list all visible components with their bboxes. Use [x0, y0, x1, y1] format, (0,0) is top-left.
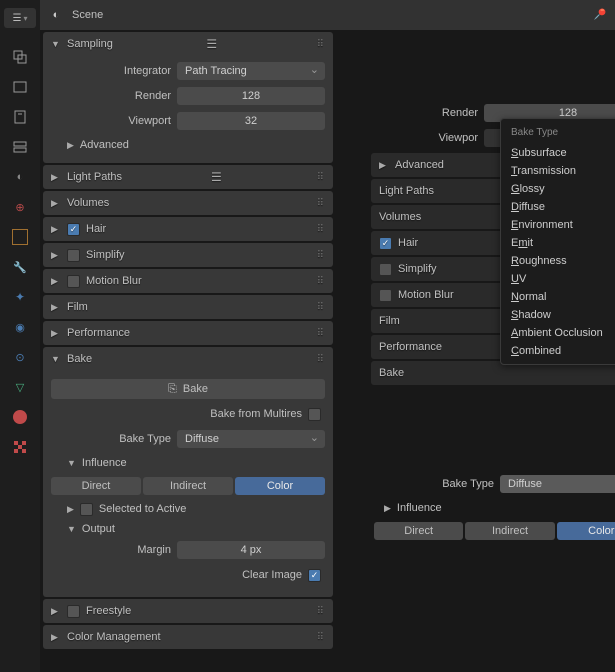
light-paths-header[interactable]: ▶Light Paths ☰ ⠿	[43, 165, 333, 189]
performance-header[interactable]: ▶Performance ⠿	[43, 321, 333, 345]
drag-icon[interactable]: ⠿	[317, 198, 325, 209]
chevron-down-icon: ▼	[51, 39, 61, 49]
drag-icon[interactable]: ⠿	[317, 606, 325, 617]
object-tab-icon[interactable]	[11, 228, 29, 246]
menu-item-subsurface[interactable]: Subsurface	[501, 144, 615, 162]
tool-tab-icon[interactable]	[11, 48, 29, 66]
volumes-header[interactable]: ▶Volumes ⠿	[43, 191, 333, 215]
integrator-select[interactable]: Path Tracing	[177, 62, 325, 80]
motion-blur-checkbox[interactable]	[67, 275, 80, 288]
drag-icon[interactable]: ⠿	[317, 632, 325, 643]
freestyle-checkbox[interactable]	[67, 605, 80, 618]
bake-type-select-right[interactable]: Diffuse	[500, 475, 615, 493]
menu-item-diffuse[interactable]: Diffuse	[501, 198, 615, 216]
color-button-right[interactable]: Color	[557, 522, 615, 540]
freestyle-header[interactable]: ▶ Freestyle ⠿	[43, 599, 333, 623]
menu-item-shadow[interactable]: Shadow	[501, 306, 615, 324]
viewport-samples-label: Viewport	[51, 115, 171, 127]
advanced-subheader[interactable]: ▶ Advanced	[51, 135, 325, 155]
drag-icon[interactable]: ⠿	[317, 302, 325, 313]
panel-title: Sampling	[67, 38, 113, 50]
view-layer-tab-icon[interactable]	[11, 138, 29, 156]
film-header[interactable]: ▶Film ⠿	[43, 295, 333, 319]
constraints-tab-icon[interactable]: ⊙	[11, 348, 29, 366]
bake-button[interactable]: ⎘ Bake	[51, 379, 325, 399]
bake-icon: ⎘	[168, 383, 177, 396]
menu-title: Bake Type	[501, 123, 615, 144]
influence-subheader[interactable]: ▼Influence	[51, 453, 325, 473]
viewport-samples-field[interactable]: 32	[177, 112, 325, 130]
output-tab-icon[interactable]	[11, 108, 29, 126]
preset-list-icon[interactable]: ☰	[211, 170, 222, 184]
integrator-label: Integrator	[51, 65, 171, 77]
influence-buttons: Direct Indirect Color	[51, 477, 325, 495]
simplify-header[interactable]: ▶ Simplify ⠿	[43, 243, 333, 267]
selected-to-active-checkbox[interactable]	[80, 503, 93, 516]
modifier-tab-icon[interactable]: 🔧	[11, 258, 29, 276]
direct-button-right[interactable]: Direct	[374, 522, 463, 540]
particles-tab-icon[interactable]: ✦	[11, 288, 29, 306]
scene-icon: ◐	[48, 7, 64, 23]
drag-icon[interactable]: ⠿	[317, 276, 325, 287]
render-samples-label: Render	[51, 90, 171, 102]
bake-type-select[interactable]: Diffuse	[177, 430, 325, 448]
physics-tab-icon[interactable]: ◉	[11, 318, 29, 336]
bake-type-label: Bake Type	[51, 433, 171, 445]
menu-item-emit[interactable]: Emit	[501, 234, 615, 252]
menu-item-roughness[interactable]: Roughness	[501, 252, 615, 270]
selected-to-active-subheader[interactable]: ▶ Selected to Active	[51, 499, 325, 519]
bake-from-multires-checkbox[interactable]	[308, 408, 321, 421]
menu-item-ao[interactable]: Ambient Occlusion	[501, 324, 615, 342]
clear-image-checkbox[interactable]: ✓	[308, 569, 321, 582]
bake-panel: ▼Bake ⠿ ⎘ Bake Bake from Multires Bake T…	[43, 347, 333, 597]
output-subheader[interactable]: ▼Output	[51, 519, 325, 539]
color-button[interactable]: Color	[235, 477, 325, 495]
indirect-button[interactable]: Indirect	[143, 477, 233, 495]
material-tab-icon[interactable]	[11, 408, 29, 426]
chevron-right-icon: ▶	[67, 140, 74, 151]
render-samples-field[interactable]: 128	[177, 87, 325, 105]
menu-item-uv[interactable]: UV	[501, 270, 615, 288]
bake-type-menu: Bake Type Subsurface Transmission Glossy…	[500, 118, 615, 365]
pin-icon[interactable]: 📍	[588, 4, 611, 27]
menu-item-combined[interactable]: Combined	[501, 342, 615, 360]
context-title: Scene	[72, 9, 103, 21]
texture-tab-icon[interactable]	[11, 438, 29, 456]
motion-blur-header[interactable]: ▶ Motion Blur ⠿	[43, 269, 333, 293]
editor-type-dropdown[interactable]: ☰▾	[4, 8, 36, 28]
properties-tab-bar: ☰▾ ◐ ⊕ 🔧 ✦ ◉ ⊙ ▽	[0, 0, 40, 672]
bake-header[interactable]: ▼Bake ⠿	[43, 347, 333, 371]
drag-icon[interactable]: ⠿	[317, 250, 325, 261]
drag-icon[interactable]: ⠿	[317, 172, 325, 183]
hair-checkbox[interactable]: ✓	[67, 223, 80, 236]
margin-field[interactable]: 4 px	[177, 541, 325, 559]
margin-label: Margin	[51, 544, 171, 556]
properties-header: ◐ Scene 📍	[40, 0, 615, 30]
simplify-checkbox[interactable]	[67, 249, 80, 262]
color-management-header[interactable]: ▶Color Management ⠿	[43, 625, 333, 649]
world-tab-icon[interactable]: ⊕	[11, 198, 29, 216]
menu-item-environment[interactable]: Environment	[501, 216, 615, 234]
clear-image-label: Clear Image	[242, 569, 302, 581]
mesh-data-tab-icon[interactable]: ▽	[11, 378, 29, 396]
drag-icon[interactable]: ⠿	[317, 328, 325, 339]
sampling-panel: ▼ Sampling ☰ ⠿ Integrator Path Tracing R…	[43, 32, 333, 163]
scene-tab-icon[interactable]: ◐	[11, 168, 29, 186]
drag-icon[interactable]: ⠿	[317, 224, 325, 235]
drag-icon[interactable]: ⠿	[317, 354, 325, 365]
indirect-button-right[interactable]: Indirect	[465, 522, 554, 540]
preset-list-icon[interactable]: ☰	[206, 37, 217, 51]
render-tab-icon[interactable]	[11, 78, 29, 96]
menu-item-transmission[interactable]: Transmission	[501, 162, 615, 180]
bake-from-multires-label: Bake from Multires	[210, 408, 302, 420]
menu-item-glossy[interactable]: Glossy	[501, 180, 615, 198]
menu-item-normal[interactable]: Normal	[501, 288, 615, 306]
drag-icon[interactable]: ⠿	[317, 39, 325, 50]
influence-right[interactable]: ▶Influence	[368, 498, 615, 518]
direct-button[interactable]: Direct	[51, 477, 141, 495]
hair-header[interactable]: ▶ ✓ Hair ⠿	[43, 217, 333, 241]
sampling-header[interactable]: ▼ Sampling ☰ ⠿	[43, 32, 333, 56]
